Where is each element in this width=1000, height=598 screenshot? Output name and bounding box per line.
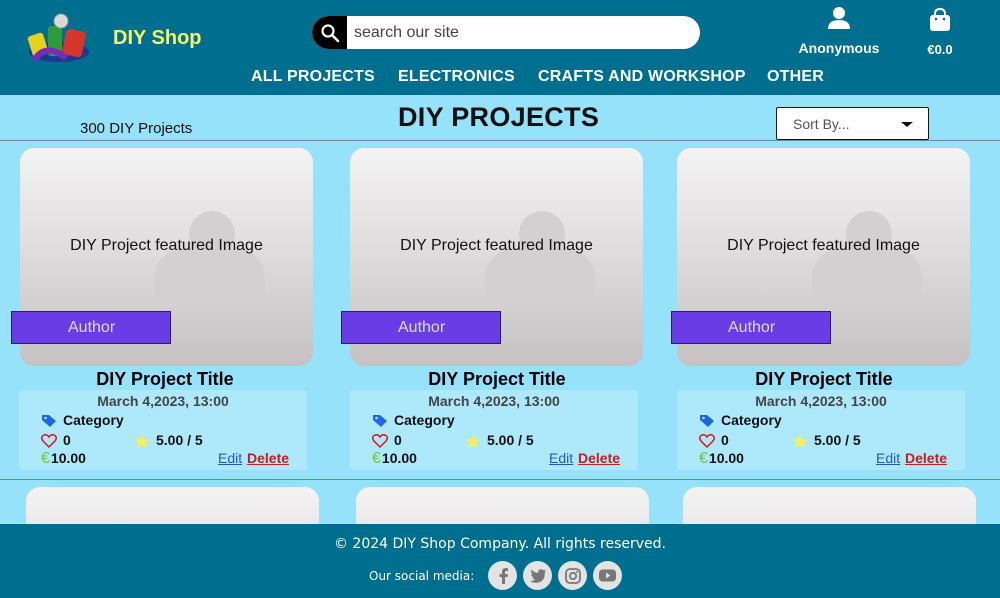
category-label: Category (721, 412, 782, 428)
project-info: March 4,2023, 13:00 Category 0 5.00 / 5 … (677, 390, 965, 470)
likes-value: 0 (63, 432, 71, 448)
image-caption: DIY Project featured Image (727, 237, 920, 254)
project-card[interactable]: DIY Project featured Image Author DIY Pr… (11, 148, 350, 473)
price: €10.00 (372, 450, 417, 468)
image-placeholder-body (485, 249, 595, 305)
project-category[interactable]: Category (372, 412, 455, 428)
project-category[interactable]: Category (699, 412, 782, 428)
heart-icon (699, 434, 715, 449)
cart-button[interactable]: €0.0 (922, 7, 958, 57)
nav-crafts-and-workshop[interactable]: CRAFTS AND WORKSHOP (538, 68, 746, 86)
author-button[interactable]: Author (671, 311, 831, 344)
logo-icon[interactable] (26, 12, 92, 66)
edit-link[interactable]: Edit (876, 450, 900, 466)
user-icon (828, 7, 850, 29)
edit-link[interactable]: Edit (549, 450, 573, 466)
shopping-bag-icon (930, 7, 950, 31)
image-caption: DIY Project featured Image (400, 237, 593, 254)
site-footer: © 2024 DIY Shop Company. All rights rese… (0, 524, 1000, 598)
project-title[interactable]: DIY Project Title (352, 369, 642, 390)
main-nav: ALL PROJECTS ELECTRONICS CRAFTS AND WORK… (0, 68, 1000, 88)
delete-link[interactable]: Delete (578, 450, 620, 466)
cart-total: €0.0 (927, 42, 953, 57)
likes-count[interactable]: 0 (699, 432, 729, 449)
image-placeholder-body (812, 249, 922, 305)
heart-icon (372, 434, 388, 449)
star-icon (134, 433, 150, 449)
category-label: Category (63, 412, 124, 428)
site-header: DIY Shop Anonymous €0.0 ALL PROJECTS ELE… (0, 0, 1000, 95)
price-value: 10.00 (708, 450, 744, 466)
project-date: March 4,2023, 13:00 (97, 393, 229, 409)
sort-label: Sort By... (793, 116, 850, 132)
price-value: 10.00 (381, 450, 417, 466)
tag-icon (373, 415, 387, 428)
project-category[interactable]: Category (41, 412, 124, 428)
divider (0, 140, 1000, 141)
image-placeholder-body (155, 249, 265, 305)
nav-electronics[interactable]: ELECTRONICS (398, 68, 515, 86)
nav-other[interactable]: OTHER (767, 68, 824, 86)
likes-value: 0 (394, 432, 402, 448)
image-caption: DIY Project featured Image (70, 237, 263, 254)
rating: 5.00 / 5 (465, 432, 534, 449)
search-input[interactable] (354, 16, 694, 49)
rating-value: 5.00 / 5 (814, 432, 861, 448)
project-info: March 4,2023, 13:00 Category 0 5.00 / 5 … (350, 390, 638, 470)
rating-value: 5.00 / 5 (487, 432, 534, 448)
price: €10.00 (41, 450, 86, 468)
tag-icon (700, 415, 714, 428)
project-card[interactable]: DIY Project featured Image Author DIY Pr… (671, 148, 1000, 473)
rating: 5.00 / 5 (792, 432, 861, 449)
category-label: Category (394, 412, 455, 428)
star-icon (465, 433, 481, 449)
likes-value: 0 (721, 432, 729, 448)
euro-icon: € (41, 450, 50, 467)
search-button[interactable] (312, 16, 347, 49)
project-info: March 4,2023, 13:00 Category 0 5.00 / 5 … (19, 390, 307, 470)
search-bar (312, 16, 700, 49)
euro-icon: € (372, 450, 381, 467)
edit-link[interactable]: Edit (218, 450, 242, 466)
user-account[interactable]: Anonymous (797, 6, 881, 56)
author-button[interactable]: Author (341, 311, 501, 344)
project-date: March 4,2023, 13:00 (428, 393, 560, 409)
likes-count[interactable]: 0 (372, 432, 402, 449)
divider (0, 479, 1000, 480)
social-media-label: Our social media: (369, 569, 475, 583)
heart-icon (41, 434, 57, 449)
project-title[interactable]: DIY Project Title (679, 369, 969, 390)
star-icon (792, 433, 808, 449)
sort-dropdown[interactable]: Sort By... (776, 107, 929, 140)
rating-value: 5.00 / 5 (156, 432, 203, 448)
price: €10.00 (699, 450, 744, 468)
author-button[interactable]: Author (11, 311, 171, 344)
youtube-icon[interactable] (593, 561, 622, 590)
euro-icon: € (699, 450, 708, 467)
project-count: 300 DIY Projects (80, 120, 193, 137)
twitter-icon[interactable] (523, 561, 552, 590)
caret-down-icon (901, 122, 913, 127)
instagram-icon[interactable] (558, 561, 587, 590)
facebook-icon[interactable] (488, 561, 517, 590)
likes-count[interactable]: 0 (41, 432, 71, 449)
delete-link[interactable]: Delete (247, 450, 289, 466)
project-title[interactable]: DIY Project Title (20, 369, 310, 390)
search-icon (320, 23, 339, 42)
project-card[interactable]: DIY Project featured Image Author DIY Pr… (341, 148, 680, 473)
user-name: Anonymous (798, 40, 880, 56)
project-date: March 4,2023, 13:00 (755, 393, 887, 409)
nav-all-projects[interactable]: ALL PROJECTS (251, 68, 375, 86)
price-value: 10.00 (50, 450, 86, 466)
delete-link[interactable]: Delete (905, 450, 947, 466)
page-title: DIY PROJECTS (398, 102, 600, 132)
copyright-text: © 2024 DIY Shop Company. All rights rese… (333, 536, 666, 552)
brand-name[interactable]: DIY Shop (113, 27, 202, 50)
rating: 5.00 / 5 (134, 432, 203, 449)
tag-icon (42, 415, 56, 428)
